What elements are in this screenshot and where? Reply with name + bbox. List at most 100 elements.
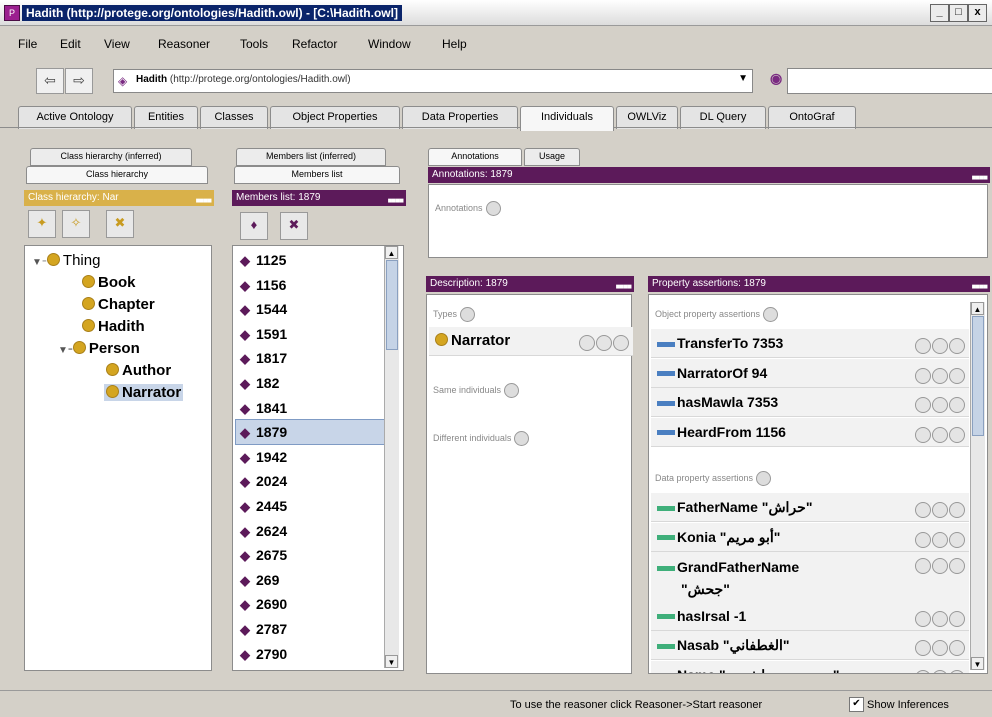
search-input[interactable] xyxy=(787,68,992,94)
member-item[interactable]: ◆ 2787 xyxy=(236,617,384,641)
menu-refactor[interactable]: Refactor xyxy=(292,37,337,51)
add-data-assertion-icon[interactable] xyxy=(756,471,772,486)
annotate-icon[interactable] xyxy=(915,426,931,443)
collapse-arrow-icon[interactable]: ▼ xyxy=(32,257,42,268)
delete-class-icon[interactable]: ✖ xyxy=(106,210,134,238)
property-scrollbar[interactable]: ▲ ▼ xyxy=(970,302,985,670)
menu-file[interactable]: File xyxy=(18,37,37,51)
tab-members-list[interactable]: Members list xyxy=(234,166,400,184)
member-item[interactable]: ◆ 2690 xyxy=(236,592,384,616)
member-item[interactable]: ◆ 1156 xyxy=(236,273,384,297)
tab-ontograf[interactable]: OntoGraf xyxy=(768,106,856,129)
remove-icon[interactable] xyxy=(932,558,948,574)
annotate-icon[interactable] xyxy=(915,531,931,548)
panel-view-buttons-icon[interactable]: ■■■■ xyxy=(972,170,988,183)
edit-icon[interactable] xyxy=(949,558,965,574)
add-object-assertion-icon[interactable] xyxy=(763,307,779,322)
panel-view-buttons-icon[interactable]: ■■■■ xyxy=(972,279,988,292)
add-same-individual-icon[interactable] xyxy=(504,383,520,398)
edit-icon[interactable] xyxy=(949,426,965,443)
member-item[interactable]: ◆ 2024 xyxy=(236,469,384,493)
member-item[interactable]: ◆ 2675 xyxy=(236,543,384,567)
edit-icon[interactable] xyxy=(949,610,965,627)
tree-node-narrator[interactable]: Narrator xyxy=(104,384,184,401)
scroll-up-icon[interactable]: ▲ xyxy=(971,302,984,315)
type-row[interactable]: Narrator xyxy=(429,327,633,356)
member-item[interactable]: ◆ 1942 xyxy=(236,445,384,469)
scroll-thumb[interactable] xyxy=(386,260,398,350)
scroll-down-icon[interactable]: ▼ xyxy=(385,655,398,668)
tab-dl-query[interactable]: DL Query xyxy=(680,106,766,129)
edit-icon[interactable] xyxy=(613,335,629,351)
remove-icon[interactable] xyxy=(932,669,948,673)
chevron-down-icon[interactable]: ▼ xyxy=(738,73,748,84)
remove-icon[interactable] xyxy=(932,397,948,413)
menu-window[interactable]: Window xyxy=(368,37,411,51)
remove-icon[interactable] xyxy=(932,367,948,384)
add-annotation-icon[interactable] xyxy=(485,201,501,216)
panel-view-buttons-icon[interactable]: ■■■■ xyxy=(196,193,212,206)
data-assertion-row[interactable]: FatherName "حراش" xyxy=(651,493,969,522)
member-item[interactable]: ◆ 1125 xyxy=(236,248,384,272)
annotate-icon[interactable] xyxy=(915,367,931,384)
member-item[interactable]: ◆ 1817 xyxy=(236,346,384,370)
tree-node-hadith[interactable]: Hadith xyxy=(82,318,145,335)
collapse-arrow-icon[interactable]: ▼ xyxy=(58,345,68,356)
object-assertion-row[interactable]: hasMawla 7353 xyxy=(651,388,969,417)
member-item[interactable]: ◆ 1544 xyxy=(236,297,384,321)
member-item[interactable]: ◆ 2445 xyxy=(236,494,384,518)
tree-node-thing[interactable]: ▼- Thing xyxy=(32,252,100,269)
edit-icon[interactable] xyxy=(949,397,965,413)
annotate-icon[interactable] xyxy=(915,558,931,574)
annotate-icon[interactable] xyxy=(579,335,595,351)
scroll-thumb[interactable] xyxy=(972,316,984,436)
members-scrollbar[interactable]: ▲ ▼ xyxy=(384,246,399,668)
close-button[interactable]: x xyxy=(968,4,987,22)
member-item[interactable]: ◆ 1841 xyxy=(236,396,384,420)
tree-node-author[interactable]: Author xyxy=(106,362,171,379)
tab-class-hierarchy[interactable]: Class hierarchy xyxy=(26,166,208,184)
tab-owlviz[interactable]: OWLViz xyxy=(616,106,678,129)
member-item[interactable]: ◆ 269 xyxy=(236,568,384,592)
remove-icon[interactable] xyxy=(932,610,948,627)
annotate-icon[interactable] xyxy=(915,669,931,673)
data-assertion-row[interactable]: Konia "أبو مريم" xyxy=(651,522,969,552)
tab-annotations[interactable]: Annotations xyxy=(428,148,522,166)
tab-individuals[interactable]: Individuals xyxy=(520,106,614,131)
tab-entities[interactable]: Entities xyxy=(134,106,198,129)
panel-view-buttons-icon[interactable]: ■■■■ xyxy=(616,279,632,292)
edit-icon[interactable] xyxy=(949,338,965,354)
show-inferences-checkbox[interactable]: ✔ xyxy=(849,697,864,712)
remove-icon[interactable] xyxy=(932,426,948,443)
object-assertion-row[interactable]: NarratorOf 94 xyxy=(651,358,969,388)
tab-members-list-inferred[interactable]: Members list (inferred) xyxy=(236,148,386,166)
remove-icon[interactable] xyxy=(596,335,612,351)
add-individual-icon[interactable]: ♦ xyxy=(240,212,268,240)
member-item[interactable]: ◆ 2790 xyxy=(236,642,384,666)
remove-icon[interactable] xyxy=(932,338,948,354)
add-subclass-icon[interactable]: ✦ xyxy=(28,210,56,238)
add-sibling-class-icon[interactable]: ✧ xyxy=(62,210,90,238)
menu-reasoner[interactable]: Reasoner xyxy=(158,37,210,51)
menu-help[interactable]: Help xyxy=(442,37,467,51)
annotate-icon[interactable] xyxy=(915,640,931,656)
data-assertion-row[interactable]: Nasab "الغطفاني" xyxy=(651,631,969,660)
maximize-button[interactable]: □ xyxy=(949,4,968,22)
tree-node-person[interactable]: ▼- Person xyxy=(58,340,140,357)
member-item[interactable]: ◆ 1591 xyxy=(236,322,384,346)
back-arrow-icon[interactable]: ⇦ xyxy=(36,68,64,94)
delete-individual-icon[interactable]: ✖ xyxy=(280,212,308,240)
data-assertion-row[interactable]: hasIrsal -1 xyxy=(651,601,969,631)
edit-icon[interactable] xyxy=(949,531,965,548)
menu-view[interactable]: View xyxy=(104,37,130,51)
object-assertion-row[interactable]: TransferTo 7353 xyxy=(651,329,969,358)
tab-usage[interactable]: Usage xyxy=(524,148,580,166)
annotate-icon[interactable] xyxy=(915,502,931,518)
tree-node-chapter[interactable]: Chapter xyxy=(82,296,155,313)
object-assertion-row[interactable]: HeardFrom 1156 xyxy=(651,417,969,447)
tab-classes[interactable]: Classes xyxy=(200,106,268,129)
edit-icon[interactable] xyxy=(949,669,965,673)
scroll-down-icon[interactable]: ▼ xyxy=(971,657,984,670)
binoculars-search-icon[interactable]: ◉ xyxy=(770,70,782,87)
member-item[interactable]: ◆ 2624 xyxy=(236,519,384,543)
